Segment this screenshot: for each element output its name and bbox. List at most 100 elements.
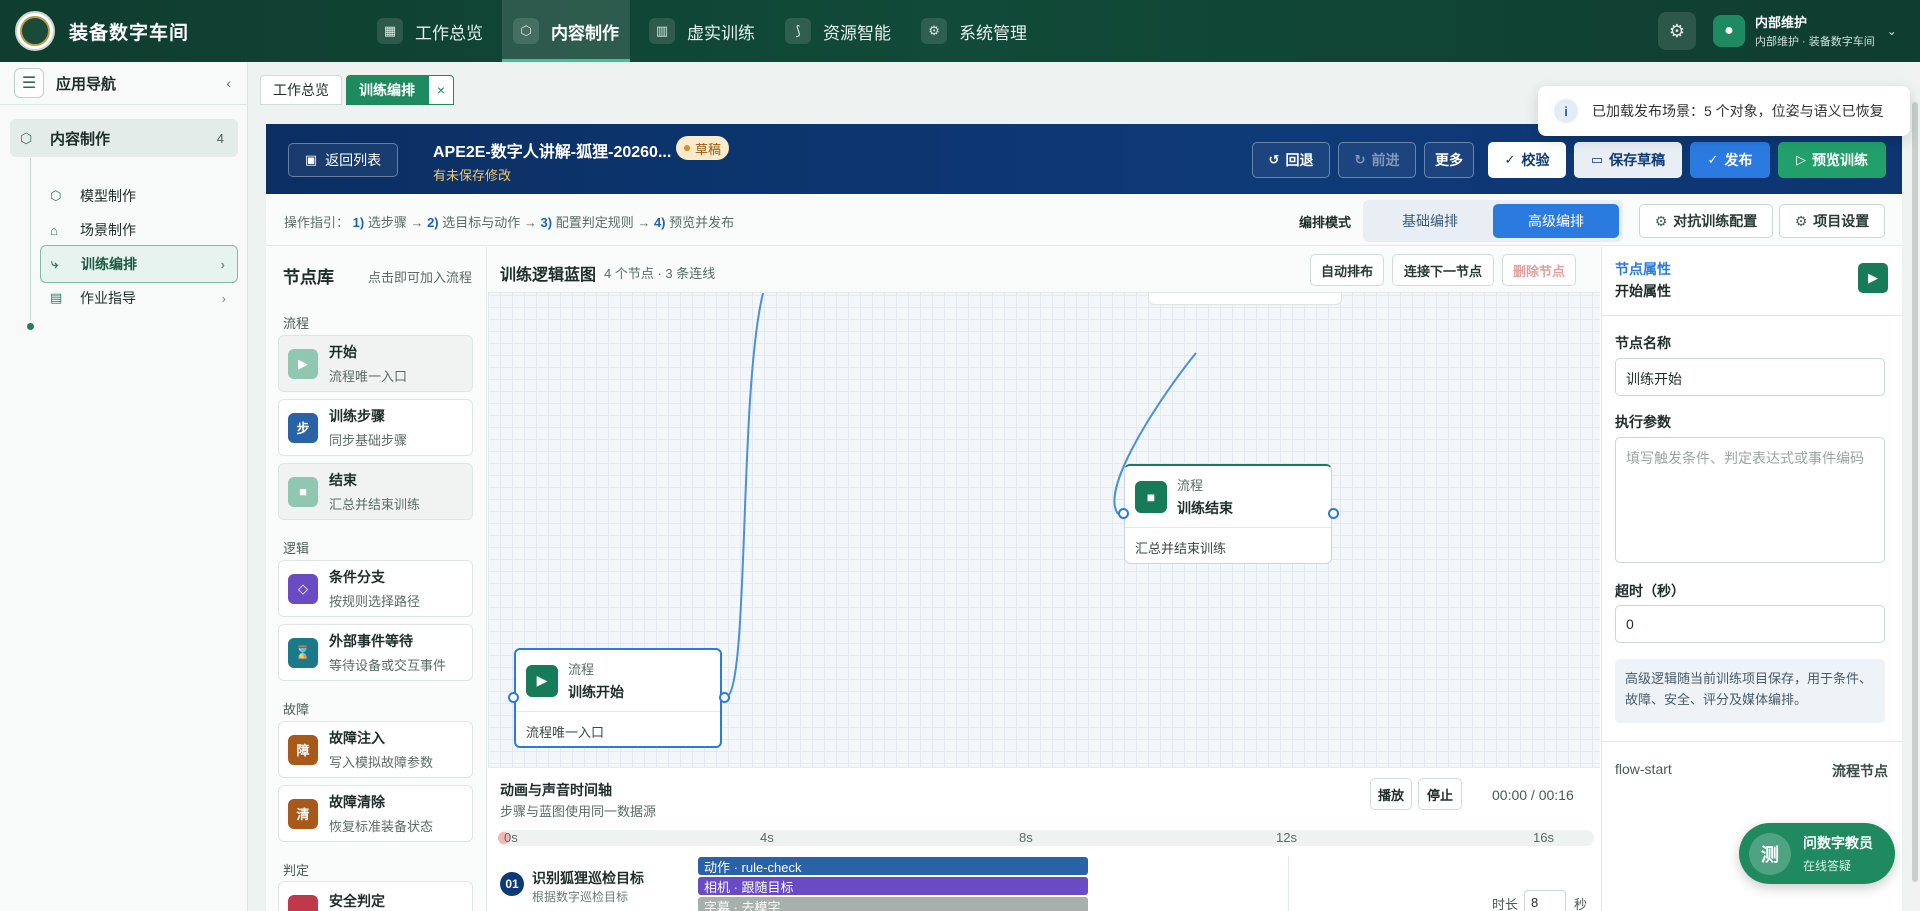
nav-system[interactable]: ⚙ 系统管理 <box>910 0 1038 62</box>
assistant-button[interactable]: 测 问数字教员 在线答疑 <box>1739 823 1895 884</box>
output-port[interactable] <box>1328 508 1339 519</box>
back-to-list-button[interactable]: ▣ 返回列表 <box>288 143 398 177</box>
list-icon: ▣ <box>304 152 318 167</box>
fault-icon: 障 <box>288 734 318 765</box>
save-icon: ▭ <box>1590 152 1604 167</box>
blueprint-canvas[interactable]: 训练逻辑蓝图 4 个节点 · 3 条连线 自动排布 连接下一节点 删除节点 ▶ 流… <box>488 247 1600 767</box>
sidebar-item-training[interactable]: ⤷ 训练编排 › <box>40 245 238 283</box>
timeline-subtitle: 步骤与蓝图使用同一数据源 <box>500 804 657 819</box>
mode-advanced-button[interactable]: 高级编排 <box>1493 204 1619 238</box>
assistant-avatar: 测 <box>1749 832 1791 875</box>
building-icon: ⌂ <box>50 222 58 238</box>
sidebar-item-scene[interactable]: ⌂ 场景制作 <box>40 211 238 249</box>
count-badge: 4 <box>216 130 224 146</box>
nav-training[interactable]: ▥ 虚实训练 <box>638 0 766 62</box>
tab-training[interactable]: 训练编排 <box>346 75 428 105</box>
node-card-fault-inject[interactable]: 障故障注入 写入模拟故障参数 <box>278 721 473 778</box>
book-icon: ▥ <box>649 18 676 44</box>
params-label: 执行参数 <box>1615 414 1671 430</box>
flow-icon: ⤷ <box>51 256 59 271</box>
unsaved-hint: 有未保存修改 <box>433 168 512 183</box>
node-card-step[interactable]: 步训练步骤 同步基础步骤 <box>278 399 473 456</box>
chevron-right-icon: › <box>221 290 226 306</box>
flow-type: 流程节点 <box>1832 763 1888 779</box>
user-menu[interactable]: ● 内部维护 内部维护 · 装备数字车间 ⌄ <box>1713 12 1897 49</box>
tab-close-icon[interactable]: × <box>428 75 454 105</box>
canvas-title: 训练逻辑蓝图 <box>500 267 597 284</box>
node-end[interactable]: ■ 流程 训练结束 汇总并结束训练 <box>1124 464 1332 564</box>
main-nav: ▦ 工作总览 ⬡ 内容制作 ▥ 虚实训练 ⟆ 资源智能 ⚙ 系统管理 <box>366 0 1046 62</box>
redo-button[interactable]: ↻ 前进 <box>1338 142 1416 178</box>
project-settings-button[interactable]: ⚙ 项目设置 <box>1779 204 1885 238</box>
stop-button[interactable]: 停止 <box>1418 778 1462 810</box>
step-title: 识别狐狸巡检目标 <box>532 870 644 886</box>
flow-id: flow-start <box>1615 761 1672 777</box>
redo-icon: ↻ <box>1354 152 1366 167</box>
editor-panel: ▣ 返回列表 APE2E-数字人讲解-狐狸-20260... 草稿 有未保存修改 … <box>266 124 1903 911</box>
sidebar-item-guide[interactable]: ▤ 作业指导 › <box>40 279 238 317</box>
play-icon[interactable]: ▶ <box>1858 263 1888 293</box>
nav-resources[interactable]: ⟆ 资源智能 <box>774 0 902 62</box>
node-card-wait[interactable]: ⌛ 外部事件等待 等待设备或交互事件 <box>278 624 473 681</box>
toast-text: 已加载发布场景：5 个对象，位姿与语义已恢复 <box>1592 103 1884 119</box>
publish-button[interactable]: ✓ 发布 <box>1690 142 1770 178</box>
adversarial-config-button[interactable]: ⚙ 对抗训练配置 <box>1639 204 1773 238</box>
shield-icon <box>288 894 318 911</box>
sidebar-item-model[interactable]: ⬡ 模型制作 <box>40 177 238 215</box>
node-card-end[interactable]: ■ 结束 汇总并结束训练 <box>278 463 473 520</box>
output-port[interactable] <box>719 692 730 703</box>
auto-layout-button[interactable]: 自动排布 <box>1310 254 1384 286</box>
node-card-branch[interactable]: ◇ 条件分支 按规则选择路径 <box>278 560 473 617</box>
category-logic: 逻辑 <box>283 541 310 556</box>
undo-button[interactable]: ↺ 回退 <box>1252 142 1330 178</box>
gear-icon: ⚙ <box>1654 212 1668 229</box>
project-title: APE2E-数字人讲解-狐狸-20260... <box>433 144 672 161</box>
hourglass-icon: ⌛ <box>288 637 318 668</box>
user-org: 内部维护 · 装备数字车间 <box>1755 36 1875 48</box>
preview-training-button[interactable]: ▷ 预览训练 <box>1778 142 1886 178</box>
info-icon: i <box>1554 99 1578 123</box>
save-draft-button[interactable]: ▭ 保存草稿 <box>1574 142 1682 178</box>
gear-icon: ⚙ <box>1794 212 1808 229</box>
play-icon: ▶ <box>288 348 318 379</box>
duration-input[interactable]: 8 <box>1524 890 1566 911</box>
node-start[interactable]: ▶ 流程 训练开始 流程唯一入口 <box>514 648 722 748</box>
track-camera[interactable]: 相机 · 跟随目标 <box>698 877 1088 895</box>
settings-gear-icon[interactable]: ⚙ <box>1658 12 1696 50</box>
delete-node-button[interactable]: 删除节点 <box>1502 254 1576 286</box>
step-icon: 步 <box>288 412 318 443</box>
time-readout: 00:00 / 00:16 <box>1492 787 1574 803</box>
sidebar-group-content[interactable]: ⬡ 内容制作 4 <box>10 119 238 157</box>
node-card-fault-clear[interactable]: 清故障清除 恢复标准装备状态 <box>278 785 473 842</box>
canvas-stats: 4 个节点 · 3 条连线 <box>604 266 716 281</box>
time-ruler[interactable]: 0s 4s 8s 12s 16s <box>498 830 1594 846</box>
mode-basic-button[interactable]: 基础编排 <box>1367 204 1493 238</box>
properties-panel: 节点属性 开始属性 ▶ 节点名称 训练开始 执行参数 填写触发条件、判定表达式或… <box>1601 247 1903 911</box>
nav-overview[interactable]: ▦ 工作总览 <box>366 0 494 62</box>
connect-next-button[interactable]: 连接下一节点 <box>1392 254 1494 286</box>
play-button[interactable]: 播放 <box>1370 778 1412 810</box>
menu-icon[interactable]: ☰ <box>14 68 44 98</box>
timeout-input[interactable]: 0 <box>1615 605 1885 643</box>
input-port[interactable] <box>1118 508 1129 519</box>
node-card-start[interactable]: ▶ 开始 流程唯一入口 <box>278 335 473 392</box>
cube-icon: ⬡ <box>513 18 540 44</box>
tab-overview[interactable]: 工作总览 <box>260 75 342 105</box>
track-action[interactable]: 动作 · rule-check <box>698 857 1088 875</box>
page-scrollbar[interactable] <box>1910 62 1920 911</box>
params-textarea[interactable]: 填写触发条件、判定表达式或事件编码 <box>1615 437 1885 563</box>
validate-button[interactable]: ✓ 校验 <box>1488 142 1566 178</box>
track-subtitle[interactable]: 字幕 · 去模字 <box>698 897 1088 911</box>
collapse-chevron-icon[interactable]: ‹ <box>226 75 231 91</box>
node-card-safety[interactable]: 安全判定 <box>278 881 473 911</box>
nav-content[interactable]: ⬡ 内容制作 <box>502 0 631 62</box>
input-port[interactable] <box>508 692 519 703</box>
node-name-input[interactable]: 训练开始 <box>1615 358 1885 396</box>
category-judge: 判定 <box>283 863 310 878</box>
more-button[interactable]: 更多 <box>1424 142 1474 178</box>
operation-guide: 操作指引： 1) 选步骤 → 2) 选目标与动作 → 3) 配置判定规则 → 4… <box>284 215 735 230</box>
brand-title: 装备数字车间 <box>69 22 190 44</box>
logo[interactable] <box>15 11 55 51</box>
cube-icon: ⬡ <box>50 188 62 203</box>
chevron-down-icon: ⌄ <box>1886 23 1897 38</box>
